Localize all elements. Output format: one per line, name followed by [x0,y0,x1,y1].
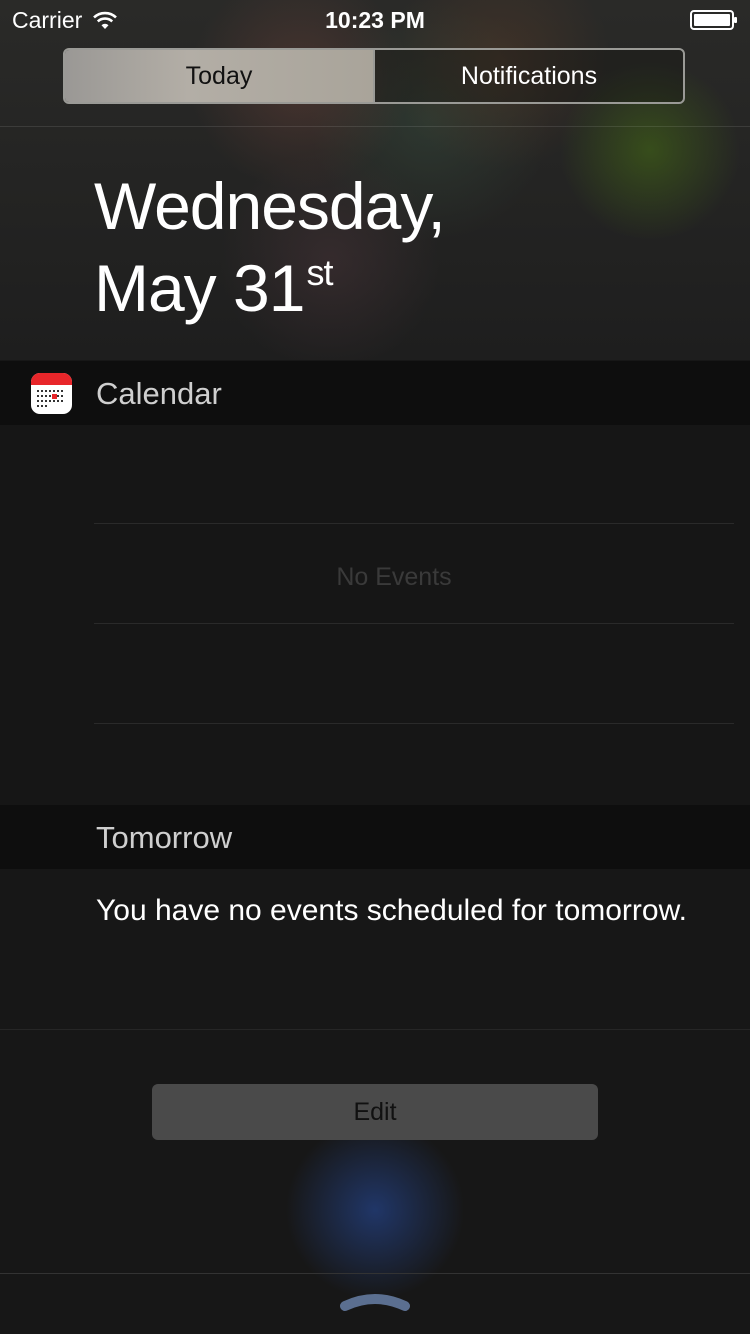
status-bar: Carrier 10:23 PM [0,0,750,40]
grabber-divider [0,1273,750,1274]
calendar-grid-line [94,723,734,724]
header-divider [0,126,750,127]
calendar-section-header[interactable]: Calendar [0,361,750,425]
grabber-chevron-icon[interactable] [339,1290,411,1312]
date-weekday: Wednesday, [94,169,446,243]
date-ordinal-suffix: st [306,252,333,293]
status-time: 10:23 PM [325,7,425,33]
calendar-grid-line [94,623,734,624]
tab-notifications[interactable]: Notifications [373,50,683,102]
tab-today[interactable]: Today [65,50,373,102]
notification-center-screen: Carrier 10:23 PM Today Notifications Wed… [0,0,750,1334]
tomorrow-section-header[interactable]: Tomorrow [0,805,750,869]
widgets-end-divider [0,1029,750,1030]
today-notifications-segmented-control: Today Notifications [63,48,685,104]
no-events-label: No Events [336,563,452,591]
tomorrow-section-title: Tomorrow [96,820,233,855]
date-month-day: May 31 [94,251,305,325]
tab-today-label: Today [185,61,253,90]
calendar-widget-body[interactable]: No Events [0,425,750,805]
calendar-section-title: Calendar [96,376,222,411]
edit-button[interactable]: Edit [152,1084,598,1140]
tab-notifications-label: Notifications [460,61,598,90]
calendar-grid-line [94,523,734,524]
calendar-app-icon [31,373,72,414]
date-day: May 31st [94,250,333,326]
battery-icon [690,10,737,30]
edit-button-label: Edit [353,1097,397,1126]
tomorrow-summary-text: You have no events scheduled for tomorro… [96,894,687,927]
